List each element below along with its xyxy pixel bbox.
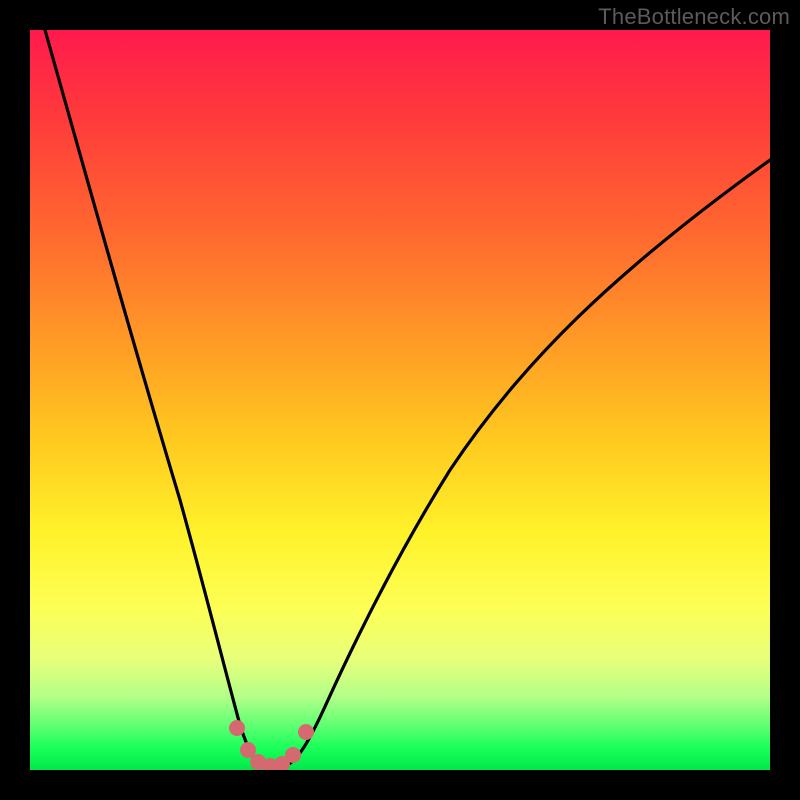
bottleneck-curve-left <box>45 30 263 766</box>
bottleneck-marker <box>298 724 314 740</box>
bottleneck-marker <box>285 747 301 763</box>
bottleneck-curve-right <box>285 160 770 766</box>
watermark-text: TheBottleneck.com <box>598 4 790 30</box>
bottleneck-chart-svg <box>30 30 770 770</box>
bottleneck-marker <box>229 720 245 736</box>
bottleneck-marker-group <box>229 720 314 770</box>
chart-plot-area <box>30 30 770 770</box>
